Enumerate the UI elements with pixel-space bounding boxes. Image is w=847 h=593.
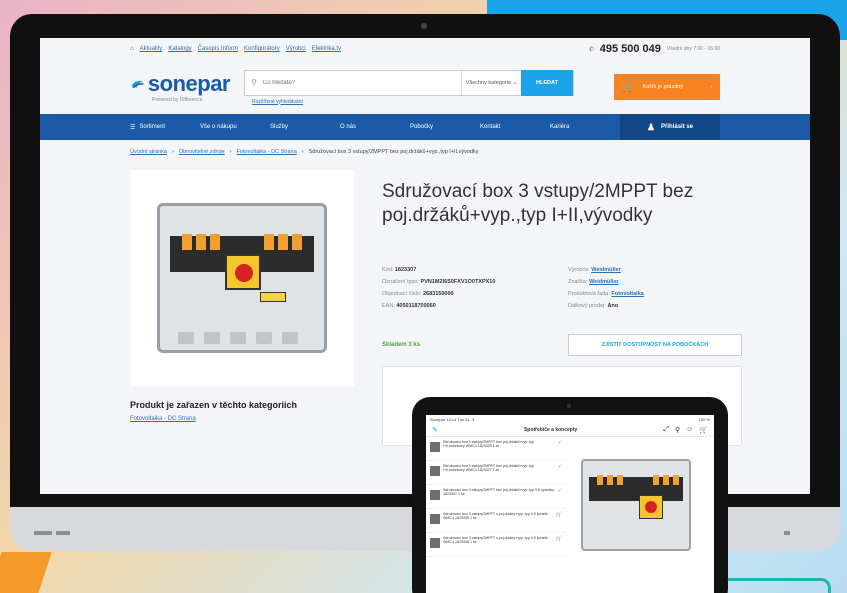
nav-item-about[interactable]: O nás	[340, 124, 410, 130]
breadcrumb-pv-dc[interactable]: Fotovoltaika - DC Strana	[237, 149, 297, 155]
cart-icon[interactable]: 🛒	[699, 426, 708, 434]
category-link[interactable]: Fotovoltaika - DC Strana	[130, 416, 196, 422]
cart-icon[interactable]: 🛒	[556, 536, 562, 542]
manufacturer-link[interactable]: Weidmüller	[591, 267, 621, 273]
chevron-down-icon: ⌄	[511, 79, 518, 86]
toplink-news[interactable]: Aktuality	[140, 46, 163, 52]
cart-button[interactable]: 🛒 Košík je prázdný ›	[614, 74, 720, 100]
decorative-shape	[0, 552, 52, 593]
camera-dot	[421, 23, 427, 29]
site-logo[interactable]: sonepar Powered by Difference	[130, 71, 231, 103]
product-title: Sdružovací box 3 vstupy/2MPPT bez poj.dr…	[382, 181, 694, 226]
expand-icon[interactable]: ⤢	[663, 426, 669, 434]
search-button[interactable]: HLEDAT	[521, 69, 573, 96]
list-item[interactable]: Sdružovací box 3 vstupy/2MPPT s poj.držá…	[426, 509, 566, 533]
cart-add-icon[interactable]: ✓	[558, 464, 562, 470]
top-bar: ⌂ Aktuality Katalogy Časopis Inform Konf…	[40, 38, 810, 60]
user-icon: ♟	[646, 121, 656, 132]
search-icon: ⚲	[251, 78, 257, 87]
order-number: 2683150000	[422, 291, 454, 297]
toplink-magazine[interactable]: Časopis Inform	[198, 46, 238, 52]
categories-heading: Produkt je zařazen v těchto kategoriích	[130, 400, 298, 410]
product-code: 1823307	[394, 267, 417, 273]
chevron-right-icon: ›	[229, 149, 232, 155]
breadcrumb-renewables[interactable]: Obnovitelné zdroje	[179, 149, 225, 155]
product-specs: Kód: 1823307 Označení typu: PVN1M2I6S0FX…	[382, 267, 496, 309]
toplink-configurators[interactable]: Konfigurátory	[244, 46, 280, 52]
cart-icon[interactable]: 🛒	[556, 512, 562, 518]
list-item[interactable]: Sdružovací box 3 vstupy/2MPPT s poj.držá…	[426, 533, 566, 557]
logo-tagline: Powered by Difference	[152, 97, 203, 103]
category-select[interactable]: Všechny kategorie ⌄	[461, 70, 521, 95]
main-nav: ☰ Sortiment Vše o nákupu Služby O nás Po…	[40, 114, 810, 140]
phone-number[interactable]: 495 500 049	[600, 43, 661, 55]
toplink-manufacturers[interactable]: Výrobci	[286, 46, 306, 52]
ean-code: 4050118700060	[396, 303, 436, 309]
search-input[interactable]	[256, 70, 461, 95]
cart-add-icon[interactable]: ✓	[558, 488, 562, 494]
user-icon[interactable]: ☺	[686, 426, 693, 434]
product-type: PVN1M2I6S0FXV1O0TXPX10	[420, 279, 496, 285]
chevron-right-icon: ›	[710, 84, 712, 90]
home-icon[interactable]: ⌂	[130, 46, 134, 52]
stock-status: Skladem 3 ks	[382, 342, 421, 348]
product-line-link[interactable]: Fotovoltaika	[611, 291, 643, 297]
list-item[interactable]: Sdružovací box 3 vstupy/2MPPT bez poj.dr…	[426, 461, 566, 485]
tablet-camera	[567, 404, 571, 408]
breadcrumb-current: Sdružovací box 3 vstupy/2MPPT bez poj.dr…	[308, 149, 479, 155]
combiner-box-illustration	[157, 203, 327, 353]
brand-link[interactable]: Weidmüller	[589, 279, 619, 285]
combiner-box-illustration	[581, 459, 691, 551]
tablet-title: Spotřebiče a koncepty	[523, 426, 578, 433]
menu-icon: ☰	[130, 124, 136, 131]
chevron-right-icon: ›	[172, 149, 174, 155]
login-button[interactable]: ♟ Přihlásit se	[620, 114, 720, 140]
list-item[interactable]: Sdružovací box 3 vstupy/2MPPT bez poj.dr…	[426, 485, 566, 509]
tablet-screen: Sonepar 14:14 Thu 31. 3. 100 % ✎ Spotřeb…	[426, 415, 714, 593]
site-header: sonepar Powered by Difference ⚲ Všechny …	[40, 60, 810, 114]
nav-item-contact[interactable]: Kontakt	[480, 124, 550, 130]
nav-item-career[interactable]: Kariéra	[550, 124, 620, 130]
check-availability-button[interactable]: ZJISTIT DOSTUPNOST NA POBOČKÁCH	[568, 334, 742, 356]
breadcrumb-home[interactable]: Úvodní stránka	[130, 149, 167, 155]
nav-item-services[interactable]: Služby	[270, 124, 340, 130]
tablet-device: Sonepar 14:14 Thu 31. 3. 100 % ✎ Spotřeb…	[412, 397, 728, 593]
list-item[interactable]: Sdružovací box 3 vstupy/2MPPT bez poj.dr…	[426, 437, 566, 461]
cart-icon: 🛒	[622, 81, 635, 93]
toplink-catalogs[interactable]: Katalogy	[168, 46, 191, 52]
logo-icon	[131, 80, 144, 89]
logo-text: sonepar	[147, 71, 231, 96]
tablet-status-bar: Sonepar 14:14 Thu 31. 3. 100 %	[430, 417, 710, 422]
breadcrumb: Úvodní stránka › Obnovitelné zdroje › Fo…	[40, 140, 810, 164]
remote-sale-value: Ano	[607, 303, 619, 309]
nav-item-assortment[interactable]: ☰ Sortiment	[130, 124, 200, 131]
advanced-search-link[interactable]: Rozšířené vyhledávání	[244, 99, 574, 105]
tablet-toolbar: ✎ Spotřebiče a koncepty ⤢ ⚲ ☺ 🛒	[426, 423, 714, 437]
phone-hours: Všední dny 7:00 - 16:00	[666, 46, 720, 52]
cart-add-icon[interactable]: ✓	[558, 440, 562, 446]
search-bar: ⚲ Všechny kategorie ⌄ HLEDAT	[244, 69, 574, 96]
cart-label: Košík je prázdný	[642, 84, 684, 90]
search-icon[interactable]: ⚲	[675, 426, 680, 434]
tablet-product-image[interactable]	[576, 455, 696, 555]
toplink-tv[interactable]: Elektrika.tv	[312, 46, 341, 52]
product-image[interactable]	[130, 170, 354, 386]
tablet-product-list: Sdružovací box 3 vstupy/2MPPT bez poj.dr…	[426, 437, 566, 557]
chevron-right-icon: ›	[301, 149, 304, 155]
phone-icon: ✆	[588, 46, 594, 53]
nav-item-branches[interactable]: Pobočky	[410, 124, 480, 130]
nav-item-shopping[interactable]: Vše o nákupu	[200, 124, 270, 130]
product-specs-right: Výrobce: Weidmüller Značka: Weidmüller P…	[568, 267, 644, 309]
